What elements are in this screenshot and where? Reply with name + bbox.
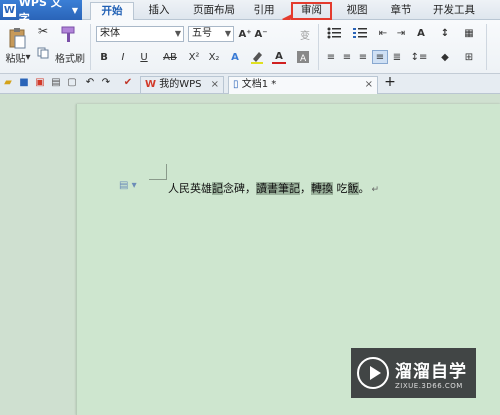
strikethrough-button[interactable]: AB: [160, 50, 180, 64]
text-run: ，: [300, 182, 311, 195]
align-right-icon[interactable]: ≡: [356, 50, 370, 64]
bold-button[interactable]: B: [98, 50, 110, 64]
wps-logo-icon: W: [3, 3, 16, 17]
tab-document1[interactable]: ▯ 文档1 * ×: [228, 76, 378, 94]
grow-font-button[interactable]: A⁺: [238, 26, 252, 42]
tab-document1-label: 文档1 *: [241, 79, 277, 90]
undo-icon[interactable]: ↶: [84, 77, 96, 89]
align-center-icon[interactable]: ≡: [340, 50, 354, 64]
open-folder-icon[interactable]: ▰: [2, 77, 14, 89]
ribbon-separator: [486, 24, 487, 70]
table-border-icon[interactable]: ▦: [460, 26, 478, 40]
paste-icon[interactable]: [6, 26, 28, 50]
align-left-icon[interactable]: ≡: [324, 50, 338, 64]
save-icon[interactable]: ■: [18, 77, 30, 89]
increase-indent-icon[interactable]: ⇥: [394, 26, 408, 40]
text-run: 念碑，: [223, 182, 256, 195]
char-shading-icon[interactable]: A: [296, 50, 310, 64]
close-icon[interactable]: ×: [211, 77, 219, 93]
tab-home[interactable]: 开始: [90, 2, 134, 20]
font-name-select[interactable]: 宋体 ▼: [96, 26, 184, 42]
format-painter-button[interactable]: 格式刷: [54, 50, 86, 65]
tab-my-wps[interactable]: W 我的WPS ×: [140, 76, 224, 94]
document-icon: ▯: [233, 79, 239, 90]
print-preview-icon[interactable]: ▢: [66, 77, 78, 89]
tab-page-layout[interactable]: 页面布局: [186, 2, 242, 20]
watermark-url: ZIXUE.3D66.COM: [395, 381, 463, 390]
text-run: 。: [358, 182, 370, 195]
ribbon-toolbar: 粘贴 ▾ ✂ 格式刷 宋体 ▼ 五号 ▼ A⁺ A⁻ B I U AB X² X₂ …: [0, 20, 500, 74]
highlight-icon[interactable]: [250, 50, 264, 64]
font-name-value: 宋体: [100, 28, 120, 39]
phonetic-guide-icon[interactable]: 变: [295, 26, 315, 42]
text-effect-icon[interactable]: A: [228, 50, 242, 64]
ribbon-separator: [318, 24, 319, 70]
text-run-highlighted: 轉換: [311, 182, 333, 195]
cut-icon[interactable]: ✂: [36, 24, 50, 38]
numbering-icon[interactable]: [350, 26, 370, 40]
chevron-down-icon: ▼: [174, 29, 181, 38]
chinese-layout-icon[interactable]: A: [412, 26, 430, 40]
margin-corner-mark: [149, 164, 167, 180]
superscript-button[interactable]: X²: [186, 50, 202, 64]
menu-bar: W WPS 文字 ▼ 开始 插入 页面布局 引用 审阅 视图 章节 开发工具: [0, 0, 500, 25]
tab-developer[interactable]: 开发工具: [426, 2, 482, 20]
justify-icon[interactable]: ≡: [372, 50, 388, 64]
export-pdf-icon[interactable]: ▣: [34, 77, 46, 89]
format-painter-icon[interactable]: [58, 24, 80, 44]
customize-toolbar-icon[interactable]: ✔: [122, 77, 134, 89]
sort-icon[interactable]: ↕: [436, 26, 454, 40]
underline-button[interactable]: U: [136, 50, 152, 64]
text-run-highlighted: 飯: [347, 182, 359, 195]
play-icon: [357, 357, 389, 389]
watermark-title: 溜溜自学: [395, 361, 467, 382]
watermark-logo: 溜溜自学 ZIXUE.3D66.COM: [351, 348, 476, 398]
tab-my-wps-label: 我的WPS: [159, 79, 202, 90]
tab-section[interactable]: 章节: [384, 2, 418, 20]
close-icon[interactable]: ×: [365, 77, 373, 93]
font-size-select[interactable]: 五号 ▼: [188, 26, 234, 42]
paragraph-handle-icon[interactable]: ▤ ▾: [119, 180, 137, 191]
subscript-button[interactable]: X₂: [206, 50, 222, 64]
italic-button[interactable]: I: [117, 50, 129, 64]
borders-icon[interactable]: ⊞: [460, 50, 478, 64]
copy-icon[interactable]: [36, 46, 50, 60]
text-run-highlighted: 讀書筆記: [256, 182, 300, 195]
text-run: 吃: [333, 182, 348, 195]
shrink-font-button[interactable]: A⁻: [254, 26, 268, 42]
wps-logo-icon: W: [145, 79, 157, 90]
text-run: 人民英雄: [168, 182, 212, 195]
distribute-icon[interactable]: ≣: [390, 50, 404, 64]
paragraph-mark-icon: ↵: [371, 185, 380, 195]
new-tab-icon[interactable]: +: [384, 75, 396, 89]
bullets-icon[interactable]: [324, 26, 344, 40]
text-run-highlighted: 記: [212, 182, 223, 195]
line-spacing-icon[interactable]: ↕≡: [410, 50, 428, 64]
redo-icon[interactable]: ↷: [100, 77, 112, 89]
chevron-down-icon: ▼: [71, 5, 78, 15]
document-body-text[interactable]: 人民英雄記念碑，讀書筆記，轉換 吃飯。 ↵: [168, 180, 379, 196]
print-icon[interactable]: ▤: [50, 77, 62, 89]
chevron-down-icon: ▼: [224, 29, 231, 38]
ribbon-separator: [90, 24, 91, 70]
font-color-button[interactable]: A: [272, 50, 286, 64]
shading-icon[interactable]: ◆: [436, 50, 454, 64]
paste-button[interactable]: 粘贴 ▾: [3, 50, 33, 65]
svg-text:A: A: [300, 54, 307, 63]
tab-view[interactable]: 视图: [340, 2, 374, 20]
decrease-indent-icon[interactable]: ⇤: [376, 26, 390, 40]
paste-label: 粘贴: [5, 53, 26, 65]
tab-insert[interactable]: 插入: [142, 2, 176, 20]
document-tab-strip: ▰ ■ ▣ ▤ ▢ ↶ ↷ ✔ W 我的WPS × ▯ 文档1 * × +: [0, 74, 500, 94]
font-size-value: 五号: [192, 28, 212, 39]
wps-app-button[interactable]: W WPS 文字 ▼: [0, 0, 82, 25]
